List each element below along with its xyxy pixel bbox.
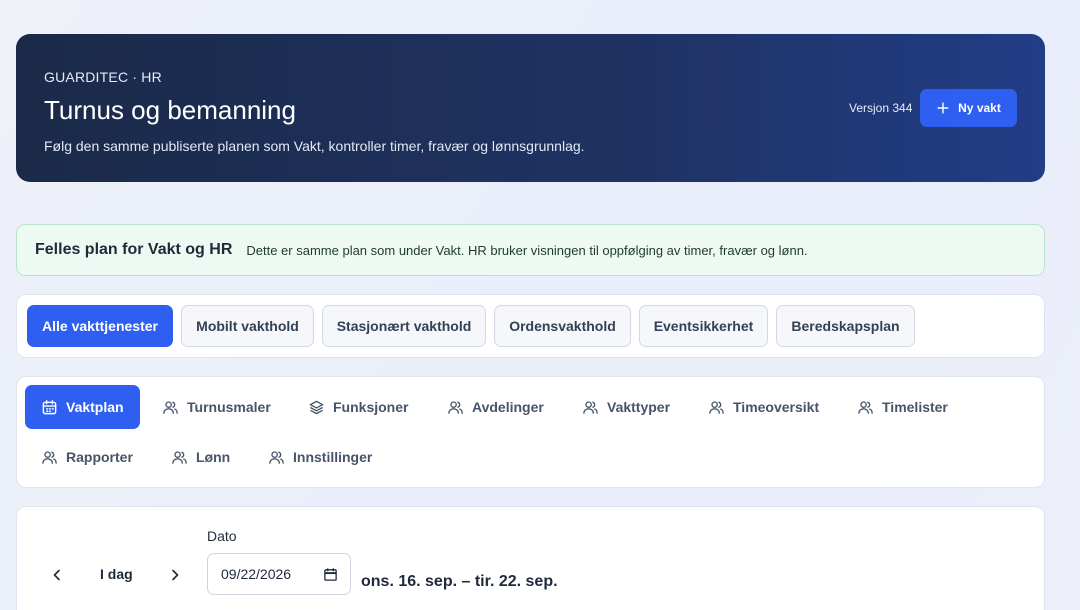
filter-mobile-guarding[interactable]: Mobilt vakthold xyxy=(181,305,314,347)
notice-title: Felles plan for Vakt og HR xyxy=(35,241,233,258)
users-icon xyxy=(858,400,873,414)
tab-label: Innstillinger xyxy=(293,449,373,465)
tab-label: Avdelinger xyxy=(472,399,544,415)
previous-period-button[interactable] xyxy=(43,561,71,589)
tab-innstillinger[interactable]: Innstillinger xyxy=(252,435,388,479)
date-navigation-card: I dag Dato 09/22/2026 ons. 16. sep. – ti… xyxy=(16,506,1045,610)
version-label: Versjon 344 xyxy=(849,101,913,115)
tab-timeoversikt[interactable]: Timeoversikt xyxy=(692,385,835,429)
new-shift-label: Ny vakt xyxy=(958,101,1001,115)
users-icon xyxy=(172,450,187,464)
tab-funksjoner[interactable]: Funksjoner xyxy=(292,385,424,429)
calendar-icon xyxy=(42,399,57,414)
tab-lonn[interactable]: Lønn xyxy=(155,435,246,479)
shared-plan-notice: Felles plan for Vakt og HR Dette er samm… xyxy=(16,224,1045,276)
filter-order-guarding[interactable]: Ordensvakthold xyxy=(494,305,631,347)
date-input[interactable]: 09/22/2026 xyxy=(207,553,351,595)
tab-label: Lønn xyxy=(196,449,231,465)
users-icon xyxy=(163,400,178,414)
layers-icon xyxy=(309,400,324,414)
tab-label: Rapporter xyxy=(66,449,133,465)
module-tabs: Vaktplan Turnusmaler Funksjoner Avdeling… xyxy=(16,376,1045,488)
users-icon xyxy=(269,450,284,464)
tab-label: Turnusmaler xyxy=(187,399,271,415)
today-button[interactable]: I dag xyxy=(100,566,133,582)
users-icon xyxy=(583,400,598,414)
chevron-left-icon xyxy=(53,569,60,581)
page-header: GUARDITEC · HR Turnus og bemanning Følg … xyxy=(16,34,1045,182)
service-filter-bar: Alle vakttjenester Mobilt vakthold Stasj… xyxy=(16,294,1045,358)
users-icon xyxy=(709,400,724,414)
tab-turnusmaler[interactable]: Turnusmaler xyxy=(146,385,287,429)
tab-label: Timeoversikt xyxy=(733,399,820,415)
page-title: Turnus og bemanning xyxy=(44,95,296,125)
tab-vakttyper[interactable]: Vakttyper xyxy=(566,385,686,429)
calendar-icon[interactable] xyxy=(323,567,338,582)
chevron-right-icon xyxy=(172,569,179,581)
filter-stationary-guarding[interactable]: Stasjonært vakthold xyxy=(322,305,486,347)
tab-label: Vaktplan xyxy=(66,399,124,415)
next-period-button[interactable] xyxy=(161,561,189,589)
filter-preparedness-plan[interactable]: Beredskapsplan xyxy=(776,305,915,347)
tab-vaktplan[interactable]: Vaktplan xyxy=(25,385,140,429)
new-shift-button[interactable]: Ny vakt xyxy=(920,89,1017,127)
plus-icon xyxy=(937,102,949,114)
notice-text: Dette er samme plan som under Vakt. HR b… xyxy=(246,242,808,258)
page-subtitle: Følg den samme publiserte planen som Vak… xyxy=(44,138,585,154)
brand-eyebrow: GUARDITEC · HR xyxy=(44,69,162,85)
users-icon xyxy=(448,400,463,414)
tab-label: Timelister xyxy=(882,399,948,415)
tab-rapporter[interactable]: Rapporter xyxy=(25,435,149,479)
filter-all-services[interactable]: Alle vakttjenester xyxy=(27,305,173,347)
filter-event-security[interactable]: Eventsikkerhet xyxy=(639,305,768,347)
tab-label: Vakttyper xyxy=(607,399,671,415)
users-icon xyxy=(42,450,57,464)
date-input-value: 09/22/2026 xyxy=(221,566,292,582)
date-field-label: Dato xyxy=(207,528,237,544)
tab-label: Funksjoner xyxy=(333,399,409,415)
tab-avdelinger[interactable]: Avdelinger xyxy=(431,385,560,429)
date-range-label: ons. 16. sep. – tir. 22. sep. xyxy=(361,573,558,590)
tab-timelister[interactable]: Timelister xyxy=(841,385,964,429)
